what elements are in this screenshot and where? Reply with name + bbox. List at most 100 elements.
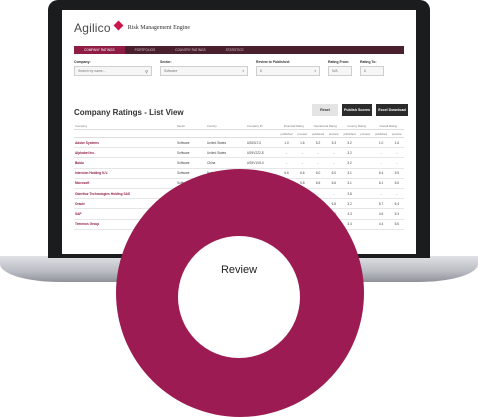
rating-from-filter: Rating From: N/A bbox=[328, 60, 352, 76]
rating-cell: 5.6 bbox=[389, 178, 404, 189]
rating-to-label: Rating To: bbox=[360, 60, 377, 64]
col-financial-rating[interactable]: Financial Rating bbox=[278, 122, 310, 130]
rating-cell: 6.1 bbox=[372, 178, 390, 189]
rating-cell bbox=[358, 178, 373, 189]
subcol-published: published bbox=[278, 129, 296, 138]
tab-portfolios[interactable]: PORTFOLIOS bbox=[125, 46, 166, 54]
reset-button[interactable]: Reset bbox=[312, 104, 338, 116]
rating-cell: 6.4 bbox=[372, 168, 390, 179]
country-cell: United States bbox=[206, 147, 246, 159]
rating-to-select[interactable]: 6 bbox=[360, 66, 384, 76]
logo-text: Agilico bbox=[74, 21, 111, 35]
rating-cell: 3.2 bbox=[340, 157, 359, 169]
rating-cell: 3.2 bbox=[340, 147, 359, 159]
col-country[interactable]: Country bbox=[206, 122, 246, 130]
rating-cell: 6.6 bbox=[309, 178, 327, 189]
company-cell[interactable]: Alphabet Inc. bbox=[74, 147, 176, 159]
review-circle-inner bbox=[178, 236, 300, 358]
logo-diamond-icon bbox=[113, 20, 124, 30]
rating-from-select[interactable]: N/A bbox=[328, 66, 352, 76]
col-company[interactable]: Company bbox=[74, 122, 176, 130]
sector-select[interactable]: Software ▾ bbox=[160, 66, 248, 76]
rating-cell bbox=[358, 208, 373, 220]
table-row[interactable]: Adobe Systems Software United States US00LT… bbox=[74, 137, 404, 149]
rating-cell: 4.4 bbox=[372, 219, 390, 230]
subcol-published: published bbox=[340, 129, 359, 138]
rating-cell bbox=[358, 168, 373, 179]
review-label: Review bbox=[220, 264, 258, 276]
rating-cell: - bbox=[278, 157, 296, 169]
company-search-input[interactable]: Search by name... ⚲ bbox=[74, 66, 152, 76]
rating-cell: - bbox=[326, 147, 341, 159]
rating-from-value: N/A bbox=[332, 69, 338, 73]
rating-cell: 3.8 bbox=[340, 188, 359, 200]
col-company-id[interactable]: Company ID bbox=[246, 122, 278, 130]
rating-cell: 5.3 bbox=[326, 137, 341, 149]
rating-cell: - bbox=[326, 188, 341, 200]
rating-cell: 6.0 bbox=[326, 168, 341, 179]
col-operational-rating[interactable]: Operational Rating bbox=[309, 122, 341, 130]
subcol-preview: preview bbox=[358, 129, 373, 138]
company-cell[interactable]: Interxion Holding N.V. bbox=[74, 168, 176, 179]
rating-cell: 5.5 bbox=[389, 168, 404, 179]
rating-cell: 6.6 bbox=[295, 168, 310, 179]
review-select[interactable]: 8 ▾ bbox=[256, 66, 320, 76]
sector-cell: Software bbox=[176, 157, 206, 169]
rating-cell: 1.0 bbox=[372, 137, 390, 149]
subcol-published: published bbox=[309, 129, 327, 138]
company-filter: Company: Search by name... ⚲ bbox=[74, 60, 152, 76]
rating-cell: - bbox=[389, 157, 404, 169]
col-overall-rating[interactable]: Overall Rating bbox=[372, 122, 404, 130]
rating-cell bbox=[358, 188, 373, 200]
app-title: Risk Management Engine bbox=[127, 25, 191, 31]
tab-country-ratings[interactable]: COUNTRY RATINGS bbox=[165, 46, 215, 54]
search-icon[interactable]: ⚲ bbox=[145, 69, 148, 74]
sector-filter: Sector: Software ▾ bbox=[160, 60, 248, 76]
review-select-value: 8 bbox=[260, 69, 262, 73]
rating-from-label: Rating From: bbox=[328, 60, 350, 64]
rating-cell: 1.6 bbox=[389, 137, 404, 149]
rating-to-value: 6 bbox=[364, 69, 366, 73]
rating-cell: - bbox=[389, 188, 404, 200]
review-filter-label: Review to Published: bbox=[256, 60, 291, 64]
rating-cell: 5.3 bbox=[389, 208, 404, 220]
rating-cell bbox=[358, 198, 373, 210]
col-sector[interactable]: Sector bbox=[176, 122, 206, 130]
company-cell[interactable]: Baidu bbox=[74, 157, 176, 169]
table-row[interactable]: Alphabet Inc. Software United States US9V2Z… bbox=[74, 147, 404, 159]
tab-company-ratings[interactable]: COMPANY RATINGS bbox=[74, 46, 125, 54]
chevron-down-icon: ▾ bbox=[314, 69, 316, 73]
rating-cell: 5.4 bbox=[389, 198, 404, 210]
filter-bar: Company: Search by name... ⚲ Sector: Sof… bbox=[74, 60, 404, 76]
company-search-placeholder: Search by name... bbox=[78, 69, 106, 73]
rating-cell: - bbox=[278, 147, 296, 159]
rating-cell: 5.6 bbox=[389, 219, 404, 230]
subcol-preview: preview bbox=[389, 129, 404, 138]
rating-cell: 6.6 bbox=[326, 178, 341, 189]
rating-cell: 1.0 bbox=[278, 137, 296, 149]
publish-scores-button[interactable]: Publish Scores bbox=[342, 104, 372, 116]
rating-cell: 5.2 bbox=[309, 137, 327, 149]
rating-cell: 3.2 bbox=[340, 137, 359, 149]
sector-filter-label: Sector: bbox=[160, 60, 172, 64]
table-row[interactable]: Baidu Software China US9V1V6-0- - - -3.2- - bbox=[74, 157, 404, 169]
rating-cell: - bbox=[372, 147, 390, 159]
list-title: Company Ratings - List View bbox=[74, 108, 184, 117]
rating-cell: 3.2 bbox=[340, 198, 359, 210]
col-country-rating[interactable]: Country Rating bbox=[340, 122, 373, 130]
company-cell[interactable]: Microsoft bbox=[74, 178, 176, 189]
rating-cell: 6.0 bbox=[309, 168, 327, 179]
company-cell[interactable]: Adobe Systems bbox=[74, 137, 176, 149]
chevron-down-icon: ▾ bbox=[242, 69, 244, 73]
review-filter: Review to Published: 8 ▾ bbox=[256, 60, 320, 76]
sector-cell: Software bbox=[176, 137, 206, 149]
rating-cell bbox=[358, 157, 373, 169]
rating-cell: - bbox=[295, 157, 310, 169]
table-header-row: Company Sector Country Company ID Financ… bbox=[74, 122, 404, 130]
tab-statistics[interactable]: STATISTICS bbox=[216, 46, 254, 54]
rating-cell: 3.3 bbox=[340, 208, 359, 220]
excel-download-button[interactable]: Excel Download bbox=[376, 104, 408, 116]
rating-cell: - bbox=[372, 188, 390, 200]
table-subheader-row: published preview published preview publ… bbox=[74, 129, 404, 138]
rating-cell: - bbox=[295, 147, 310, 159]
